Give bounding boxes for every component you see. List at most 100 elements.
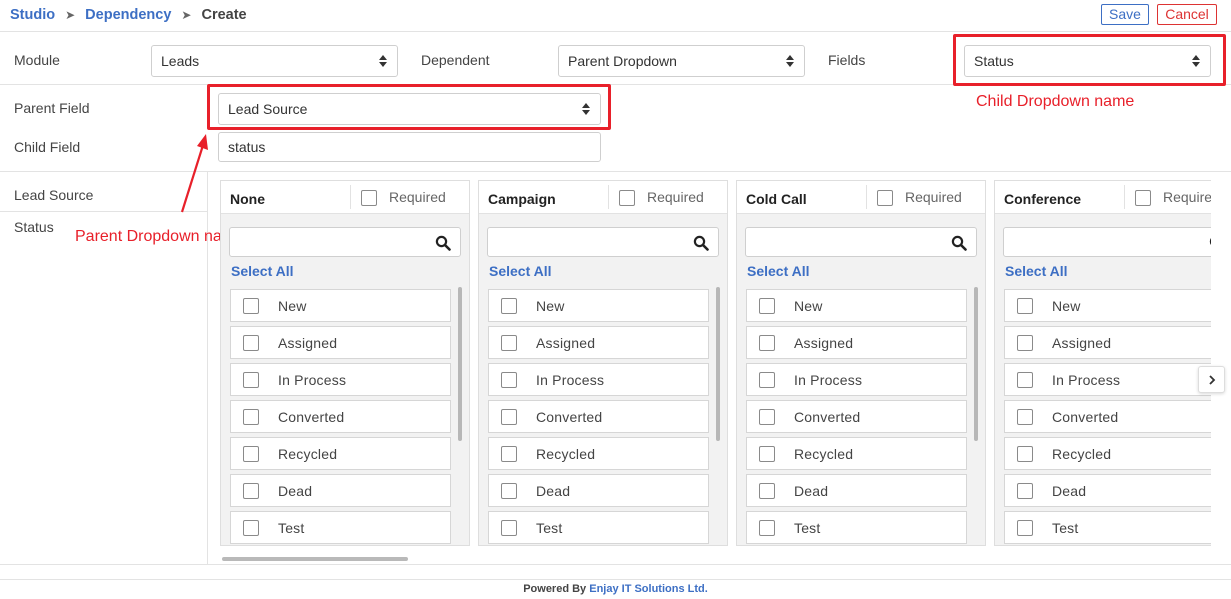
option-checkbox[interactable]: [1017, 335, 1033, 351]
column-search-input[interactable]: [229, 227, 461, 257]
option-checkbox[interactable]: [759, 483, 775, 499]
row-divider: [1226, 84, 1231, 85]
option-label: Recycled: [1052, 446, 1112, 462]
footer-company-link[interactable]: Enjay IT Solutions Ltd.: [589, 583, 708, 595]
option-checkbox[interactable]: [501, 520, 517, 536]
option-item[interactable]: In Process: [488, 363, 709, 396]
option-item[interactable]: Dead: [488, 474, 709, 507]
search-icon[interactable]: [1209, 235, 1211, 251]
module-select[interactable]: Leads: [151, 45, 398, 77]
option-checkbox[interactable]: [501, 446, 517, 462]
option-item[interactable]: New: [746, 289, 967, 322]
option-item[interactable]: Recycled: [488, 437, 709, 470]
option-item[interactable]: Recycled: [230, 437, 451, 470]
option-checkbox[interactable]: [243, 446, 259, 462]
option-checkbox[interactable]: [1017, 446, 1033, 462]
option-label: Converted: [278, 409, 345, 425]
dependent-select[interactable]: Parent Dropdown: [558, 45, 805, 77]
search-icon[interactable]: [435, 235, 451, 251]
option-checkbox[interactable]: [501, 409, 517, 425]
option-checkbox[interactable]: [501, 483, 517, 499]
select-all-link[interactable]: Select All: [489, 263, 552, 279]
required-checkbox[interactable]: [877, 190, 893, 206]
content-bottom-divider: [0, 564, 1231, 565]
column-vertical-scrollbar[interactable]: [458, 287, 462, 441]
column-header-divider: [350, 185, 351, 209]
option-checkbox[interactable]: [759, 446, 775, 462]
breadcrumb-studio[interactable]: Studio: [10, 7, 55, 23]
option-checkbox[interactable]: [759, 520, 775, 536]
option-item[interactable]: Assigned: [230, 326, 451, 359]
required-checkbox[interactable]: [361, 190, 377, 206]
search-icon[interactable]: [951, 235, 967, 251]
save-button[interactable]: Save: [1101, 4, 1149, 25]
option-checkbox[interactable]: [1017, 520, 1033, 536]
column-search-input[interactable]: [1003, 227, 1211, 257]
option-item[interactable]: Assigned: [746, 326, 967, 359]
next-columns-button[interactable]: [1198, 366, 1225, 393]
option-item[interactable]: Converted: [746, 400, 967, 433]
option-label: Recycled: [278, 446, 338, 462]
side-nav-lead-source[interactable]: Lead Source: [14, 187, 93, 203]
option-checkbox[interactable]: [1017, 298, 1033, 314]
option-item[interactable]: Assigned: [488, 326, 709, 359]
option-checkbox[interactable]: [243, 483, 259, 499]
option-checkbox[interactable]: [501, 298, 517, 314]
child-annotation: Child Dropdown name: [976, 93, 1135, 110]
option-item[interactable]: New: [488, 289, 709, 322]
option-item[interactable]: Converted: [488, 400, 709, 433]
column-vertical-scrollbar[interactable]: [974, 287, 978, 441]
child-field-input[interactable]: status: [218, 132, 601, 162]
option-checkbox[interactable]: [1017, 409, 1033, 425]
column-vertical-scrollbar[interactable]: [716, 287, 720, 441]
option-checkbox[interactable]: [1017, 372, 1033, 388]
breadcrumb-dependency[interactable]: Dependency: [85, 7, 171, 23]
search-icon[interactable]: [693, 235, 709, 251]
required-label: Required: [647, 189, 704, 205]
required-checkbox[interactable]: [619, 190, 635, 206]
option-item[interactable]: Test: [230, 511, 451, 544]
option-label: Converted: [794, 409, 861, 425]
select-all-link[interactable]: Select All: [747, 263, 810, 279]
column-search-input[interactable]: [745, 227, 977, 257]
option-item[interactable]: Test: [746, 511, 967, 544]
option-checkbox[interactable]: [759, 298, 775, 314]
select-all-link[interactable]: Select All: [1005, 263, 1068, 279]
option-item[interactable]: In Process: [1004, 363, 1211, 396]
column-option-list: New Assigned In Process Converted Recycled De…: [1004, 289, 1211, 545]
horizontal-scrollbar[interactable]: [222, 557, 408, 561]
option-item[interactable]: Converted: [1004, 400, 1211, 433]
option-checkbox[interactable]: [243, 335, 259, 351]
option-checkbox[interactable]: [759, 372, 775, 388]
option-item[interactable]: Test: [1004, 511, 1211, 544]
column-header-divider: [608, 185, 609, 209]
breadcrumb: Studio ➤ Dependency ➤ Create: [10, 7, 247, 23]
option-checkbox[interactable]: [243, 372, 259, 388]
option-item[interactable]: Dead: [1004, 474, 1211, 507]
option-item[interactable]: Recycled: [1004, 437, 1211, 470]
option-item[interactable]: Dead: [746, 474, 967, 507]
column-search-input[interactable]: [487, 227, 719, 257]
dependent-select-value: Parent Dropdown: [568, 53, 677, 69]
option-item[interactable]: Dead: [230, 474, 451, 507]
option-checkbox[interactable]: [1017, 483, 1033, 499]
select-all-link[interactable]: Select All: [231, 263, 294, 279]
option-checkbox[interactable]: [243, 409, 259, 425]
option-checkbox[interactable]: [243, 298, 259, 314]
option-item[interactable]: New: [230, 289, 451, 322]
option-checkbox[interactable]: [759, 409, 775, 425]
option-checkbox[interactable]: [501, 372, 517, 388]
cancel-button[interactable]: Cancel: [1157, 4, 1217, 25]
option-item[interactable]: Test: [488, 511, 709, 544]
required-checkbox[interactable]: [1135, 190, 1151, 206]
option-item[interactable]: Converted: [230, 400, 451, 433]
option-item[interactable]: In Process: [230, 363, 451, 396]
option-item[interactable]: Recycled: [746, 437, 967, 470]
option-item[interactable]: In Process: [746, 363, 967, 396]
option-item[interactable]: Assigned: [1004, 326, 1211, 359]
option-checkbox[interactable]: [759, 335, 775, 351]
option-item[interactable]: New: [1004, 289, 1211, 322]
side-nav-status[interactable]: Status: [14, 219, 54, 235]
option-checkbox[interactable]: [501, 335, 517, 351]
option-checkbox[interactable]: [243, 520, 259, 536]
